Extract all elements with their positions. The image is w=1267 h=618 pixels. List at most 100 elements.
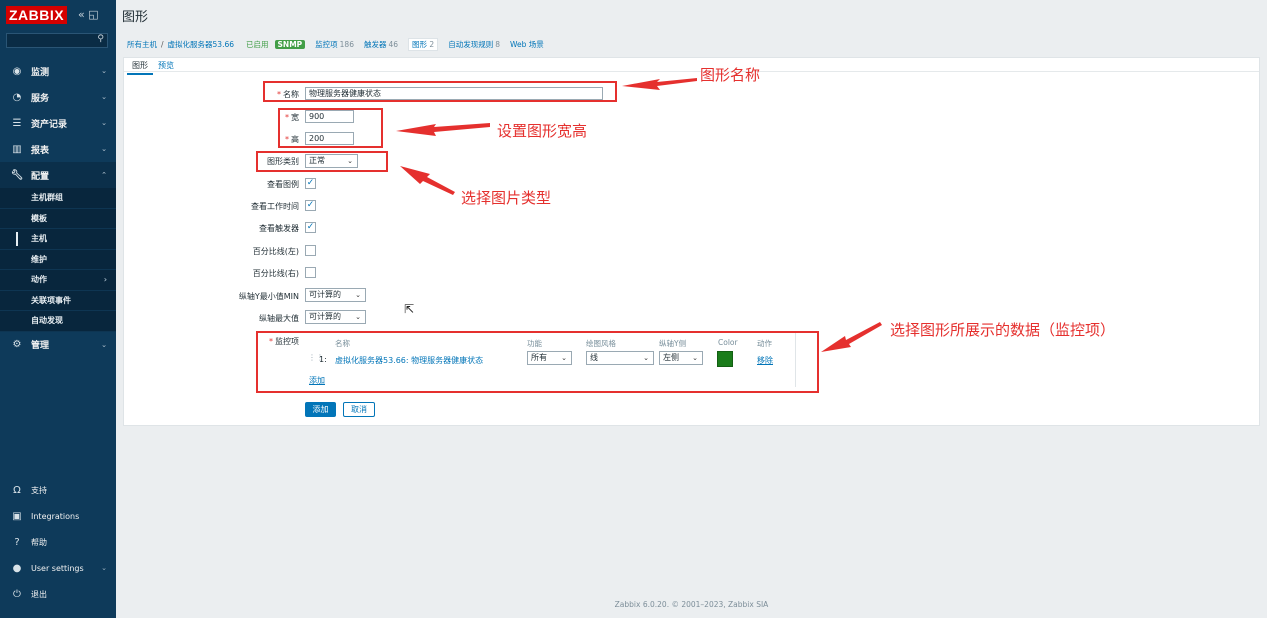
breadcrumb-all-hosts[interactable]: 所有主机 (127, 39, 157, 50)
submenu-maintenance[interactable]: 维护 (0, 250, 116, 270)
tab-graph[interactable]: 图形 (127, 58, 153, 75)
ymin-label: 纵轴Y最小值MIN (238, 292, 299, 301)
mouse-cursor-icon: ⇱ (404, 302, 415, 316)
menu-user-settings[interactable]: ● User settings ⌄ (0, 555, 116, 581)
user-icon: ● (12, 562, 22, 574)
gear-icon: ⚙ (12, 339, 22, 350)
headset-icon: Ω (13, 484, 21, 496)
eye-icon: ◉ (12, 65, 22, 77)
annotation-box-items (256, 331, 819, 393)
menu-help[interactable]: ? 帮助 (0, 529, 116, 555)
annotation-graph-name: 图形名称 (700, 66, 761, 84)
submenu-label: 动作 (31, 275, 47, 285)
menu-label: 资产记录 (31, 119, 68, 130)
nav-web[interactable]: Web 场景 (510, 39, 544, 50)
percent-right-checkbox[interactable] (305, 267, 316, 278)
annotation-type: 选择图片类型 (461, 189, 552, 207)
menu-label: 服务 (31, 93, 50, 104)
configuration-submenu: 主机群组 模板 主机 维护 动作 › 关联项事件 自动发现 (0, 188, 116, 332)
nav-triggers[interactable]: 触发器 (364, 39, 387, 50)
search-input[interactable]: ⚲ (6, 33, 108, 48)
annotation-data: 选择图形所展示的数据（监控项） (890, 321, 1116, 339)
menu-configuration[interactable]: 🔧︎ 配置 ⌃ (0, 162, 116, 188)
chevron-down-icon: ⌄ (101, 119, 107, 127)
menu-label: 支持 (31, 485, 47, 495)
page-title: 图形 (122, 10, 149, 25)
logo-row: ZABBIX « ◱ (0, 0, 116, 32)
triggers-count: 46 (388, 39, 399, 49)
ymin-value: 可计算的 (309, 290, 341, 299)
menu-label: 帮助 (31, 537, 47, 547)
menu-services[interactable]: ◔ 服务 ⌄ (0, 84, 116, 110)
submenu-actions[interactable]: 动作 › (0, 270, 116, 291)
submenu-discovery[interactable]: 自动发现 (0, 311, 116, 332)
percent-right-label: 百分比线(右) (252, 269, 299, 278)
ymax-select[interactable]: 可计算的 ⌄ (305, 310, 366, 324)
percent-left-checkbox[interactable] (305, 245, 316, 256)
annotation-box-type (256, 151, 388, 172)
add-button[interactable]: 添加 (305, 402, 336, 417)
list-icon: ☰ (12, 117, 22, 129)
submenu-host-groups[interactable]: 主机群组 (0, 188, 116, 209)
host-status[interactable]: 已启用 (246, 39, 269, 50)
chevron-up-icon: ⌃ (101, 171, 107, 179)
annotation-size: 设置图形宽高 (497, 122, 588, 140)
zabbix-logo[interactable]: ZABBIX (6, 6, 68, 24)
search-icon[interactable]: ⚲ (97, 34, 104, 44)
percent-left-label: 百分比线(左) (252, 247, 299, 256)
ymax-label: 纵轴最大值 (259, 314, 299, 323)
sidebar: ZABBIX « ◱ ⚲ ◉ 监测 ⌄ ◔ 服务 ⌄ ☰ 资产记录 ⌄ ▥ 报表 ⌄ 🔧︎ 配置 ⌃… (0, 0, 116, 618)
show-legend-checkbox[interactable]: ✓ (305, 178, 316, 189)
menu-inventory[interactable]: ☰ 资产记录 ⌄ (0, 110, 116, 136)
help-icon: ? (14, 536, 20, 548)
chevron-down-icon: ⌄ (101, 145, 107, 153)
menu-integrations[interactable]: ▣ Integrations (0, 503, 116, 529)
submenu-event-correlation[interactable]: 关联项事件 (0, 291, 116, 311)
menu-support[interactable]: Ω 支持 (0, 477, 116, 503)
power-icon: ⏻ (13, 588, 21, 600)
integrations-icon: ▣ (12, 510, 22, 522)
ymin-select[interactable]: 可计算的 ⌄ (305, 288, 366, 302)
annotation-box-size (278, 108, 383, 148)
menu-label: 配置 (31, 171, 50, 182)
nav-graphs-label: 图形 (412, 39, 428, 49)
show-triggers-checkbox[interactable]: ✓ (305, 222, 316, 233)
clock-icon: ◔ (12, 91, 22, 103)
submenu-templates[interactable]: 模板 (0, 209, 116, 229)
nav-discovery[interactable]: 自动发现规则 (448, 39, 493, 50)
chevron-right-icon: › (103, 275, 107, 285)
cancel-button[interactable]: 取消 (343, 402, 375, 417)
items-count: 186 (339, 39, 354, 49)
chevron-down-icon: ⌄ (101, 93, 107, 101)
snmp-badge: SNMP (274, 39, 306, 49)
chevron-down-icon: ⌄ (101, 340, 107, 349)
discovery-count: 8 (495, 39, 500, 49)
menu-reports[interactable]: ▥ 报表 ⌄ (0, 136, 116, 162)
bottom-menu: Ω 支持 ▣ Integrations ? 帮助 ● User settings ⌄ ⏻ 退… (0, 477, 116, 607)
collapse-sidebar-icon[interactable]: « ◱ (78, 8, 99, 21)
menu-label: 退出 (31, 589, 47, 599)
graphs-count: 2 (429, 39, 435, 49)
nav-graphs[interactable]: 图形 2 (408, 37, 439, 51)
submenu-hosts[interactable]: 主机 (0, 229, 116, 250)
main-menu: ◉ 监测 ⌄ ◔ 服务 ⌄ ☰ 资产记录 ⌄ ▥ 报表 ⌄ 🔧︎ 配置 ⌃ 主机群组 模板 主机 维… (0, 58, 116, 358)
show-worktime-checkbox[interactable]: ✓ (305, 200, 316, 211)
tab-preview[interactable]: 预览 (153, 58, 179, 75)
menu-label: 监测 (31, 67, 50, 78)
chart-icon: ▥ (12, 143, 22, 155)
menu-label: User settings (31, 563, 84, 573)
tab-divider (124, 71, 1259, 72)
breadcrumb: 所有主机 / 虚拟化服务器53.66 已启用 SNMP 监控项 186 触发器 46… (127, 37, 548, 51)
nav-items[interactable]: 监控项 (315, 39, 338, 50)
breadcrumb-host[interactable]: 虚拟化服务器53.66 (168, 39, 234, 50)
menu-sign-out[interactable]: ⏻ 退出 (0, 581, 116, 607)
chevron-down-icon: ⌄ (101, 564, 107, 572)
menu-monitoring[interactable]: ◉ 监测 ⌄ (0, 58, 116, 84)
menu-label: 报表 (31, 145, 50, 156)
breadcrumb-separator: / (161, 39, 164, 49)
menu-label: Integrations (31, 511, 80, 521)
chevron-down-icon: ⌄ (101, 67, 107, 75)
form-tabs: 图形 预览 (127, 58, 179, 75)
ymax-value: 可计算的 (309, 312, 341, 321)
menu-administration[interactable]: ⚙ 管理 ⌄ (0, 332, 116, 358)
